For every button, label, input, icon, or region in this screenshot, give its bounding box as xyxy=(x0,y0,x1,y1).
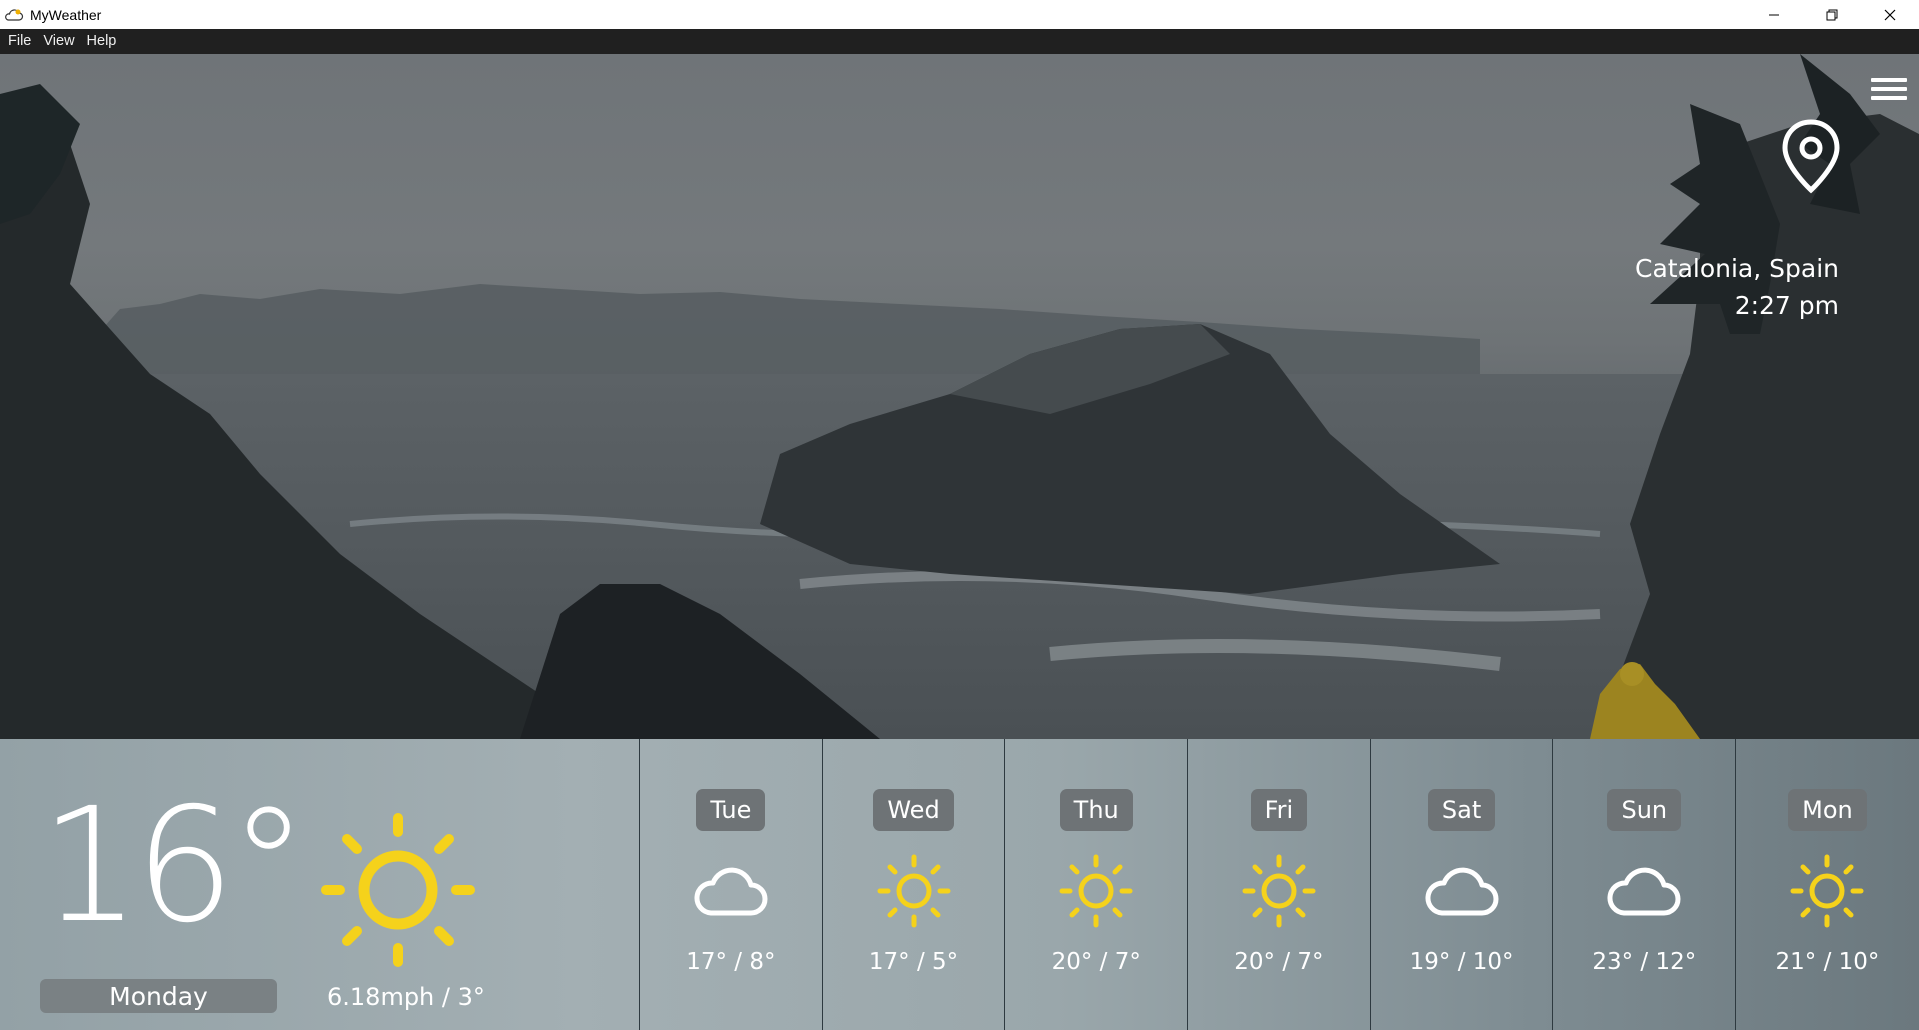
cloud-icon xyxy=(1422,851,1502,931)
menu-line-icon xyxy=(1871,87,1907,91)
forecast-temps: 19° / 10° xyxy=(1409,949,1514,975)
minimize-icon xyxy=(1769,14,1779,15)
forecast-day-label: Sat xyxy=(1427,789,1496,831)
menu-file[interactable]: File xyxy=(2,29,37,54)
forecast-day-mon[interactable]: Mon 21° / 10° xyxy=(1736,739,1919,1030)
location-name: Catalonia, Spain xyxy=(1635,254,1839,283)
forecast-day-label: Wed xyxy=(873,789,954,831)
title-bar: MyWeather xyxy=(0,0,1919,29)
sun-icon xyxy=(1239,851,1319,931)
weather-panel: 16° Monday 6.18mph / 3° Tue 17° / 8° Wed… xyxy=(0,739,1919,1030)
forecast-temps: 17° / 8° xyxy=(686,949,776,975)
menu-bar: File View Help xyxy=(0,29,1919,54)
forecast-day-label: Sun xyxy=(1607,789,1682,831)
maximize-button[interactable] xyxy=(1803,0,1861,29)
forecast-temps: 20° / 7° xyxy=(1234,949,1324,975)
window-title: MyWeather xyxy=(30,6,102,23)
close-button[interactable] xyxy=(1861,0,1919,29)
current-temperature: 16° xyxy=(40,774,308,958)
forecast-day-label: Tue xyxy=(696,789,766,831)
today-section: 16° Monday 6.18mph / 3° xyxy=(0,739,640,1030)
sun-icon xyxy=(1056,851,1136,931)
location-pin-icon xyxy=(1782,119,1840,194)
close-icon xyxy=(1884,9,1896,20)
menu-line-icon xyxy=(1871,78,1907,82)
forecast-day-label: Thu xyxy=(1059,789,1133,831)
forecast-temps: 21° / 10° xyxy=(1775,949,1880,975)
coast-landscape-image xyxy=(0,54,1919,739)
menu-view[interactable]: View xyxy=(37,29,80,54)
forecast-temps: 17° / 5° xyxy=(868,949,959,975)
forecast-temps: 20° / 7° xyxy=(1051,949,1141,975)
restore-icon xyxy=(1826,9,1838,20)
forecast-day-wed[interactable]: Wed 17° / 5° xyxy=(823,739,1006,1030)
cloud-icon xyxy=(1604,851,1684,931)
background-scene: Catalonia, Spain 2:27 pm xyxy=(0,54,1919,739)
wind-info: 6.18mph / 3° xyxy=(327,983,485,1011)
forecast-day-label: Mon xyxy=(1788,789,1867,831)
sun-icon xyxy=(874,851,954,931)
app-cloud-icon xyxy=(5,8,24,21)
forecast-day-tue[interactable]: Tue 17° / 8° xyxy=(640,739,823,1030)
current-day-badge: Monday xyxy=(40,979,277,1013)
minimize-button[interactable] xyxy=(1745,0,1803,29)
forecast-day-thu[interactable]: Thu 20° / 7° xyxy=(1005,739,1189,1030)
sun-icon xyxy=(1787,851,1867,931)
sun-icon xyxy=(321,813,475,967)
forecast-day-label: Fri xyxy=(1250,789,1308,831)
menu-help[interactable]: Help xyxy=(81,29,123,54)
forecast-day-sun[interactable]: Sun 23° / 12° xyxy=(1553,739,1737,1030)
hamburger-menu-button[interactable] xyxy=(1871,78,1907,106)
forecast-day-fri[interactable]: Fri 20° / 7° xyxy=(1188,739,1371,1030)
location-time: 2:27 pm xyxy=(1734,291,1839,320)
cloud-icon xyxy=(691,851,771,931)
location-block: Catalonia, Spain 2:27 pm xyxy=(1635,116,1840,325)
forecast-day-sat[interactable]: Sat 19° / 10° xyxy=(1371,739,1554,1030)
forecast-list: Tue 17° / 8° Wed 17° / 5° Thu 20° / 7° F… xyxy=(640,739,1919,1030)
forecast-temps: 23° / 12° xyxy=(1592,949,1697,975)
menu-line-icon xyxy=(1871,96,1907,100)
